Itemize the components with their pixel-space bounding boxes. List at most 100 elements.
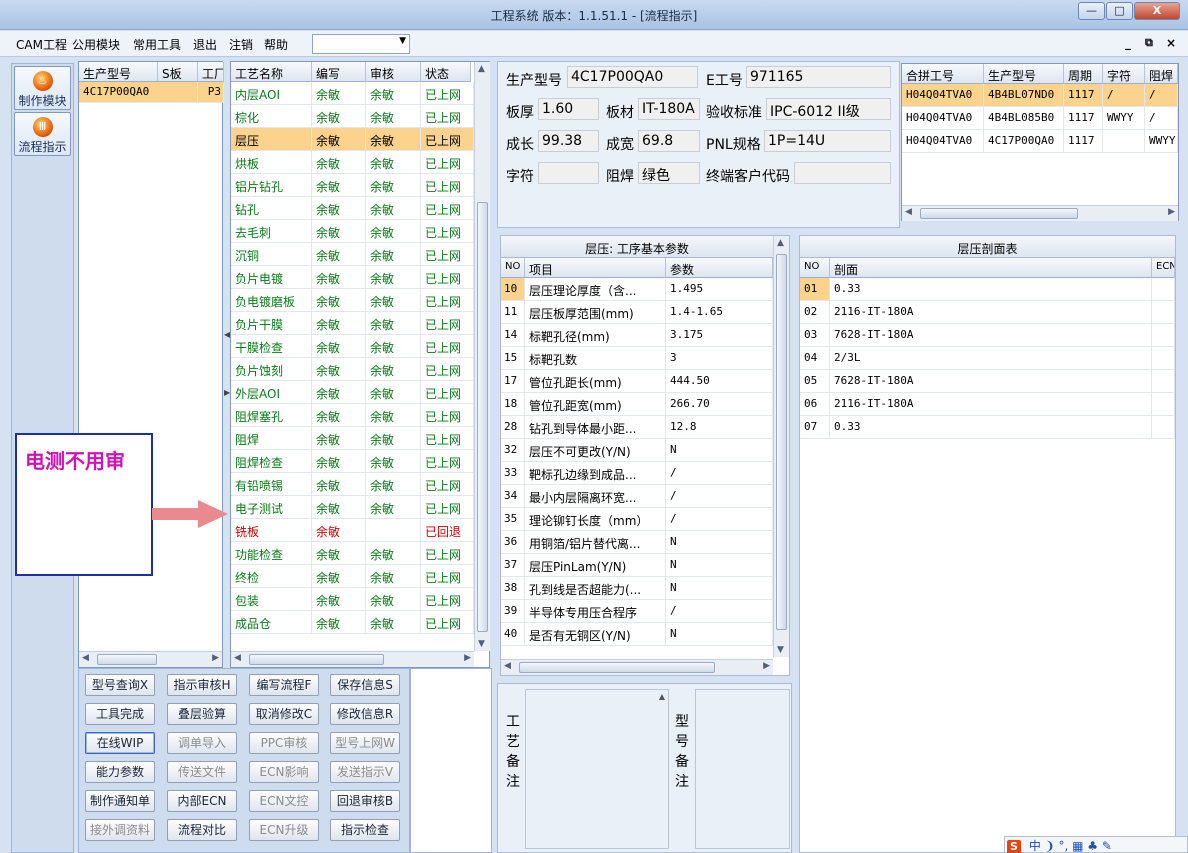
merge-cell[interactable]: 1117 (1064, 130, 1103, 153)
params-cell[interactable]: 靶标孔边缘到成品... (525, 462, 666, 485)
col-header-writer[interactable]: 编写 (312, 62, 366, 82)
menu-cam[interactable]: CAM工程 (16, 36, 67, 53)
menu-tools[interactable]: 常用工具 (133, 36, 181, 53)
process-reviewer-cell[interactable]: 余敏 (366, 404, 421, 427)
action-button[interactable]: 编写流程F (249, 674, 319, 696)
process-writer-cell[interactable]: 余敏 (312, 312, 366, 335)
params-cell[interactable]: 钻孔到导体最小距... (525, 416, 666, 439)
params-cell[interactable]: 36 (501, 531, 525, 554)
process-status-cell[interactable]: 已上网 (421, 197, 474, 220)
action-button[interactable]: 保存信息S (330, 674, 400, 696)
params-cell[interactable]: 28 (501, 416, 525, 439)
params-cell[interactable]: 37 (501, 554, 525, 577)
model-list-hscroll[interactable]: ◀ ▶ (79, 651, 222, 667)
process-status-cell[interactable]: 已上网 (421, 358, 474, 381)
standard-field[interactable]: IPC-6012 II级 (766, 98, 891, 120)
process-writer-cell[interactable]: 余敏 (312, 588, 366, 611)
process-name-cell[interactable]: 铝片钻孔 (231, 174, 312, 197)
params-cell[interactable]: N (666, 439, 773, 462)
params-cell[interactable]: / (666, 508, 773, 531)
col-header-process[interactable]: 工艺名称 (231, 62, 312, 82)
stack-no-cell[interactable]: 03 (800, 324, 830, 347)
process-name-cell[interactable]: 终检 (231, 565, 312, 588)
process-status-cell[interactable]: 已上网 (421, 174, 474, 197)
process-reviewer-cell[interactable]: 余敏 (366, 611, 421, 634)
process-status-cell[interactable]: 已上网 (421, 542, 474, 565)
process-status-cell[interactable]: 已上网 (421, 243, 474, 266)
process-reviewer-cell[interactable]: 余敏 (366, 220, 421, 243)
params-cell[interactable]: 40 (501, 623, 525, 646)
stack-ecn-cell[interactable] (1152, 370, 1175, 393)
merge-cell[interactable]: / (1145, 84, 1178, 107)
process-reviewer-cell[interactable]: 余敏 (366, 381, 421, 404)
process-writer-cell[interactable]: 余敏 (312, 335, 366, 358)
merge-col-header[interactable]: 字符 (1103, 64, 1145, 84)
process-name-cell[interactable]: 负片干膜 (231, 312, 312, 335)
params-cell[interactable]: 标靶孔数 (525, 347, 666, 370)
menu-help[interactable]: 帮助 (264, 36, 288, 53)
process-reviewer-cell[interactable]: 余敏 (366, 82, 421, 105)
stack-no-cell[interactable]: 04 (800, 347, 830, 370)
stack-layer-cell[interactable]: 2/3L (830, 347, 1152, 370)
col-header-s-board[interactable]: S板 (158, 62, 198, 82)
process-name-cell[interactable]: 负电镀磨板 (231, 289, 312, 312)
merge-cell[interactable] (1103, 130, 1145, 153)
merge-col-header[interactable]: 阻焊 (1145, 64, 1178, 84)
action-button[interactable]: 指示检查 (330, 819, 400, 841)
params-cell[interactable]: 18 (501, 393, 525, 416)
process-writer-cell[interactable]: 余敏 (312, 404, 366, 427)
params-cell[interactable]: 15 (501, 347, 525, 370)
params-cell[interactable]: 32 (501, 439, 525, 462)
process-reviewer-cell[interactable]: 余敏 (366, 174, 421, 197)
params-cell[interactable]: 最小内层隔离环宽... (525, 485, 666, 508)
stack-no-cell[interactable]: 07 (800, 416, 830, 439)
params-vscroll[interactable]: ▲ ▼ (773, 236, 789, 657)
merge-hscroll[interactable]: ◀ ▶ (902, 205, 1178, 221)
model-row-cell[interactable]: 4C17P00QA0 (79, 82, 198, 103)
action-button[interactable]: 内部ECN (167, 790, 237, 812)
params-cell[interactable]: / (666, 462, 773, 485)
process-status-cell[interactable]: 已上网 (421, 588, 474, 611)
params-cell[interactable]: N (666, 554, 773, 577)
action-button[interactable]: 型号上网W (330, 732, 400, 754)
merge-cell[interactable]: H04Q04TVA0 (902, 130, 984, 153)
stack-no-cell[interactable]: 02 (800, 301, 830, 324)
stack-layer-cell[interactable]: 7628-IT-180A (830, 324, 1152, 347)
col-header-status[interactable]: 状态 (421, 62, 471, 82)
action-button[interactable]: 调单导入 (167, 732, 237, 754)
process-writer-cell[interactable]: 余敏 (312, 174, 366, 197)
stack-ecn-cell[interactable] (1152, 301, 1175, 324)
process-reviewer-cell[interactable]: 余敏 (366, 542, 421, 565)
action-button[interactable]: 叠层验算 (167, 703, 237, 725)
length-field[interactable]: 99.38 (538, 130, 599, 152)
process-hscroll[interactable]: ◀ ▶ (231, 651, 474, 667)
process-reviewer-cell[interactable]: 余敏 (366, 105, 421, 128)
params-cell[interactable]: 半导体专用压合程序 (525, 600, 666, 623)
params-cell[interactable]: N (666, 623, 773, 646)
action-button[interactable]: 型号查询X (85, 674, 155, 696)
process-status-cell[interactable]: 已上网 (421, 565, 474, 588)
action-button[interactable]: 工具完成 (85, 703, 155, 725)
params-cell[interactable]: N (666, 531, 773, 554)
merge-cell[interactable]: H04Q04TVA0 (902, 107, 984, 130)
process-status-cell[interactable]: 已上网 (421, 611, 474, 634)
process-status-cell[interactable]: 已上网 (421, 335, 474, 358)
process-writer-cell[interactable]: 余敏 (312, 473, 366, 496)
stack-layer-cell[interactable]: 0.33 (830, 416, 1152, 439)
process-writer-cell[interactable]: 余敏 (312, 542, 366, 565)
model-field[interactable]: 4C17P00QA0 (567, 66, 698, 88)
stack-ecn-cell[interactable] (1152, 278, 1175, 301)
params-col-header[interactable]: 参数 (666, 258, 773, 278)
process-writer-cell[interactable]: 余敏 (312, 243, 366, 266)
process-remark-memo[interactable]: ▲ (525, 689, 669, 849)
merge-col-header[interactable]: 生产型号 (984, 64, 1064, 84)
process-name-cell[interactable]: 沉铜 (231, 243, 312, 266)
merge-cell[interactable]: 1117 (1064, 84, 1103, 107)
merge-cell[interactable]: 4C17P00QA0 (984, 130, 1064, 153)
col-header-reviewer[interactable]: 审核 (366, 62, 421, 82)
process-reviewer-cell[interactable]: 余敏 (366, 243, 421, 266)
params-cell[interactable]: / (666, 600, 773, 623)
process-reviewer-cell[interactable]: 余敏 (366, 450, 421, 473)
process-name-cell[interactable]: 铣板 (231, 519, 312, 542)
process-writer-cell[interactable]: 余敏 (312, 450, 366, 473)
